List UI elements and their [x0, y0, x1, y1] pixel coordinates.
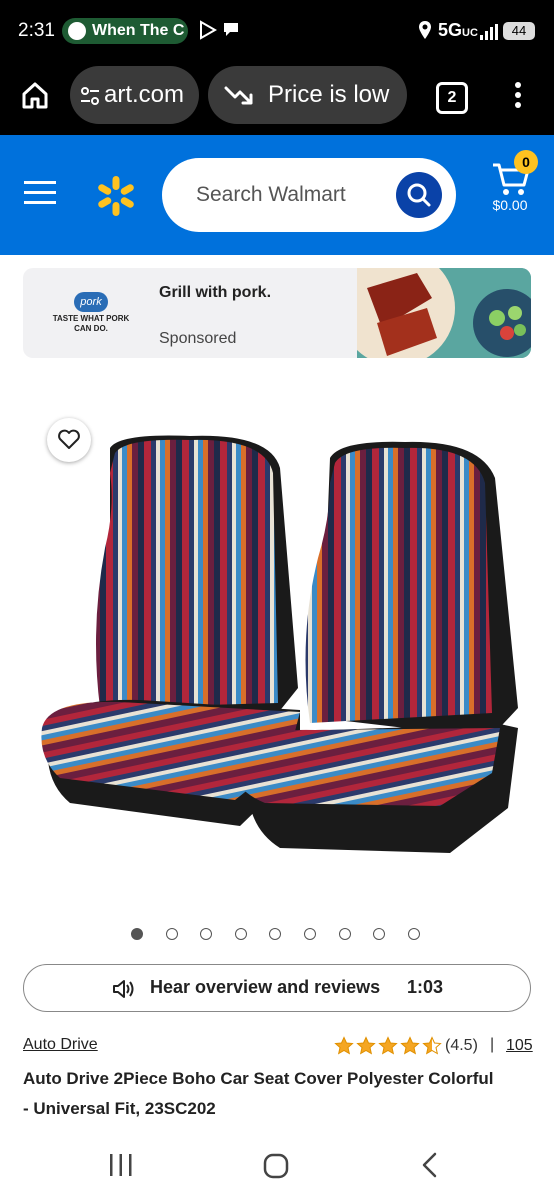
back-icon[interactable]	[420, 1152, 438, 1178]
play-store-icon	[200, 20, 218, 40]
ad-title: Grill with pork.	[159, 284, 272, 301]
battery-icon: 44	[503, 22, 535, 40]
search-button[interactable]	[396, 172, 442, 218]
image-carousel-dots	[131, 928, 442, 940]
home-nav-icon[interactable]	[263, 1153, 289, 1179]
media-pill[interactable]: When The C	[62, 18, 188, 44]
search-icon	[407, 183, 431, 207]
sponsored-ad[interactable]: pork TASTE WHAT PORK CAN DO. Grill with …	[23, 268, 531, 358]
ad-sponsored-label: Sponsored	[159, 330, 237, 347]
carousel-dot[interactable]	[131, 928, 143, 940]
carousel-dot[interactable]	[165, 928, 178, 940]
recents-icon[interactable]	[108, 1154, 134, 1176]
tune-icon	[81, 86, 99, 105]
cart-count-badge: 0	[514, 150, 538, 174]
cart-total: $0.00	[492, 197, 528, 213]
trend-down-icon	[224, 86, 253, 105]
more-icon[interactable]	[512, 80, 524, 110]
location-icon	[419, 21, 431, 39]
url-text: art.com	[104, 81, 185, 108]
carousel-dot[interactable]	[303, 928, 316, 940]
price-chip[interactable]: Price is low	[208, 66, 407, 124]
star-icon	[400, 1036, 420, 1055]
product-image[interactable]	[30, 428, 530, 868]
network-type: 5GUC	[438, 20, 478, 40]
product-title: Auto Drive 2Piece Boho Car Seat Cover Po…	[23, 1069, 494, 1118]
tab-count-button[interactable]: 2	[436, 82, 468, 114]
menu-icon[interactable]	[24, 181, 56, 205]
ad-image	[357, 268, 531, 358]
star-icon	[422, 1036, 442, 1055]
status-time: 2:31	[18, 20, 55, 41]
rating-value: (4.5)	[445, 1037, 478, 1054]
walmart-spark-icon[interactable]	[95, 175, 137, 217]
brand-link[interactable]: Auto Drive	[23, 1036, 98, 1054]
carousel-dot[interactable]	[407, 928, 420, 940]
audio-overview-button[interactable]: Hear overview and reviews 1:03	[23, 964, 531, 1012]
carousel-dot[interactable]	[338, 928, 351, 940]
speaker-icon	[113, 980, 134, 998]
url-bar[interactable]: art.com	[70, 66, 199, 124]
signal-icon	[480, 24, 498, 40]
carousel-dot[interactable]	[269, 928, 282, 940]
audio-overview-label: Hear overview and reviews	[150, 977, 381, 997]
spotify-icon	[68, 22, 86, 40]
audio-duration: 1:03	[407, 977, 444, 997]
system-nav-bar	[0, 1130, 554, 1200]
carousel-dot[interactable]	[234, 928, 247, 940]
chat-icon	[224, 23, 238, 36]
star-icon	[378, 1036, 398, 1055]
rating-stars[interactable]	[334, 1036, 444, 1056]
carousel-dot[interactable]	[200, 928, 213, 940]
search-placeholder: Search Walmart	[196, 183, 346, 206]
carousel-dot[interactable]	[373, 928, 386, 940]
review-count-link[interactable]: 105	[506, 1037, 533, 1055]
home-icon[interactable]	[20, 80, 50, 110]
star-icon	[334, 1036, 354, 1055]
media-text: When The C	[92, 22, 185, 39]
site-header: Search Walmart 0 $0.00	[0, 135, 554, 255]
search-input[interactable]: Search Walmart	[162, 158, 456, 232]
rating-separator: |	[490, 1036, 495, 1053]
browser-toolbar: art.com Price is low 2	[0, 62, 554, 135]
status-bar: 2:31 When The C 5GUC 44	[0, 0, 554, 62]
ad-logo: pork TASTE WHAT PORK CAN DO.	[51, 292, 131, 334]
price-chip-label: Price is low	[268, 81, 390, 108]
star-icon	[356, 1036, 376, 1055]
